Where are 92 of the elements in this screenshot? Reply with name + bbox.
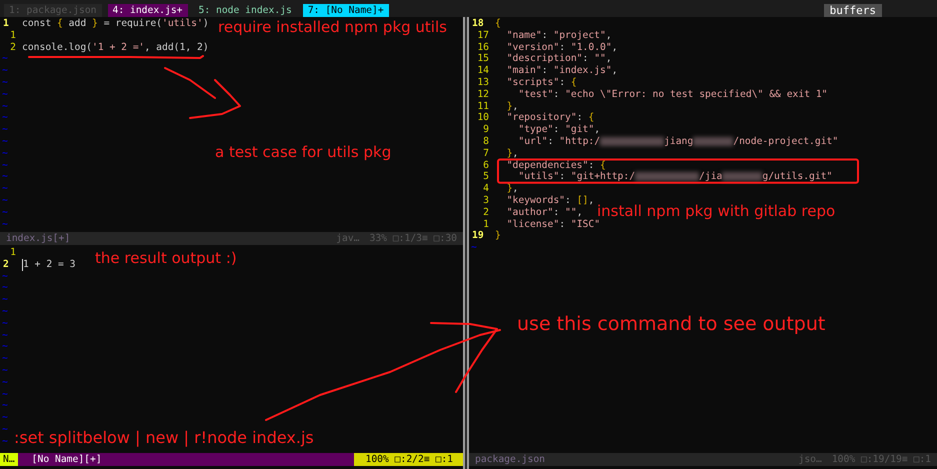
buffer-tab[interactable]: 5: node index.js (194, 4, 297, 17)
code-line: console.log('1 + 2 =', add(1, 2) (22, 42, 209, 54)
empty-line-tilde: ~ (1, 148, 8, 160)
line-number: 2 (9, 42, 17, 54)
empty-line-tilde: ~ (1, 376, 8, 389)
output-line: 1 + 2 = 3 (22, 258, 76, 271)
status-filename: package.json (475, 453, 545, 466)
code-line: } (495, 230, 501, 242)
buffers-label: buffers (824, 4, 882, 17)
empty-line-tilde: ~ (1, 160, 8, 172)
code-line: { (495, 18, 501, 30)
empty-line-tilde: ~ (1, 206, 8, 219)
code-line: "author": "", (506, 206, 583, 219)
code-line: "name": "project", (506, 30, 612, 42)
empty-line-tilde: ~ (1, 306, 8, 318)
code-line: "repository": { (506, 112, 594, 124)
empty-line-tilde: ~ (1, 412, 8, 424)
handwritten-note: require installed npm pkg utils (218, 18, 447, 36)
line-number: 7 (482, 148, 490, 160)
handwritten-note: use this command to see output (517, 313, 826, 336)
line-number: 6 (482, 160, 490, 172)
empty-line-tilde: ~ (1, 330, 8, 342)
code-line: "description": "", (506, 53, 612, 66)
code-line: }, (506, 100, 518, 112)
empty-line-tilde: ~ (1, 270, 8, 282)
code-line: "scripts": { (506, 76, 577, 89)
line-number: 10 (476, 112, 490, 124)
line-number: 2 (2, 258, 10, 271)
empty-line-tilde: ~ (1, 124, 8, 136)
code-line: "version": "1.0.0", (506, 42, 618, 54)
line-number: 13 (476, 76, 490, 89)
handwritten-note: a test case for utils pkg (215, 143, 392, 161)
empty-line-tilde: ~ (470, 242, 477, 254)
empty-line-tilde: ~ (1, 341, 8, 354)
empty-line-tilde: ~ (1, 294, 8, 306)
line-number: 14 (476, 65, 490, 77)
empty-line-tilde: ~ (1, 400, 8, 412)
line-number: 1 (2, 18, 10, 30)
code-line: }, (506, 148, 518, 160)
code-line: "url": "http:/ jiang /node-project.git" (517, 136, 838, 148)
handwritten-note: install npm pkg with gitlab repo (597, 202, 836, 220)
code-line: }, (506, 183, 518, 195)
line-number: 15 (476, 53, 490, 66)
code-line: const { add } = require('utils') (22, 18, 209, 30)
empty-line-tilde: ~ (1, 436, 8, 448)
empty-line-tilde: ~ (1, 424, 8, 436)
line-number: 9 (482, 124, 490, 136)
code-line: "keywords": [], (506, 194, 594, 207)
line-number: 18 (471, 18, 485, 30)
buffer-tab[interactable]: 4: index.js+ (108, 4, 188, 17)
empty-line-tilde: ~ (1, 183, 8, 195)
line-number: 12 (476, 88, 490, 101)
handwritten-note: :set splitbelow | new | r!node index.js (14, 428, 314, 448)
line-number: 1 (9, 30, 17, 42)
line-number: 19 (471, 230, 485, 242)
line-number: 2 (482, 206, 490, 219)
empty-line-tilde: ~ (1, 282, 8, 294)
line-number: 1 (483, 218, 490, 230)
status-filename: index.js[+] (6, 232, 70, 245)
code-line: "main": "index.js", (506, 65, 618, 77)
mode-indicator: N… (0, 453, 18, 466)
empty-line-tilde: ~ (1, 112, 8, 124)
status-filename: [No Name][+] (30, 453, 103, 466)
empty-line-tilde: ~ (1, 76, 8, 89)
code-line: "utils": "git+http:/ /jia g/utils.git" (517, 171, 832, 184)
empty-line-tilde: ~ (1, 318, 8, 330)
code-line: "dependencies": { (506, 160, 606, 172)
status-position: 100% □:2/2≡ □:1 (354, 453, 463, 466)
code-line: "test": "echo \"Error: no test specified\" && exit 1" (517, 88, 828, 101)
line-number: 16 (476, 42, 490, 54)
empty-line-tilde: ~ (1, 65, 8, 77)
empty-line-tilde: ~ (1, 136, 8, 148)
empty-line-tilde: ~ (1, 218, 8, 230)
line-number: 17 (476, 30, 490, 42)
buffer-tab[interactable]: 7: [No Name]+ (302, 4, 389, 17)
empty-line-tilde: ~ (1, 88, 8, 101)
empty-line-tilde: ~ (1, 171, 8, 184)
code-line: "license": "ISC" (506, 218, 600, 230)
empty-line-tilde: ~ (1, 388, 8, 400)
line-number: 3 (482, 194, 490, 207)
line-number: 11 (476, 100, 490, 112)
line-number: 1 (9, 247, 17, 259)
empty-line-tilde: ~ (1, 353, 8, 365)
code-line: "type": "git", (517, 124, 600, 136)
empty-line-tilde: ~ (1, 364, 8, 377)
empty-line-tilde: ~ (1, 100, 8, 112)
line-number: 5 (482, 171, 490, 184)
handwritten-note: the result output :) (95, 249, 237, 267)
line-number: 8 (482, 136, 490, 148)
line-number: 4 (482, 183, 490, 195)
empty-line-tilde: ~ (1, 53, 8, 66)
empty-line-tilde: ~ (1, 194, 8, 207)
